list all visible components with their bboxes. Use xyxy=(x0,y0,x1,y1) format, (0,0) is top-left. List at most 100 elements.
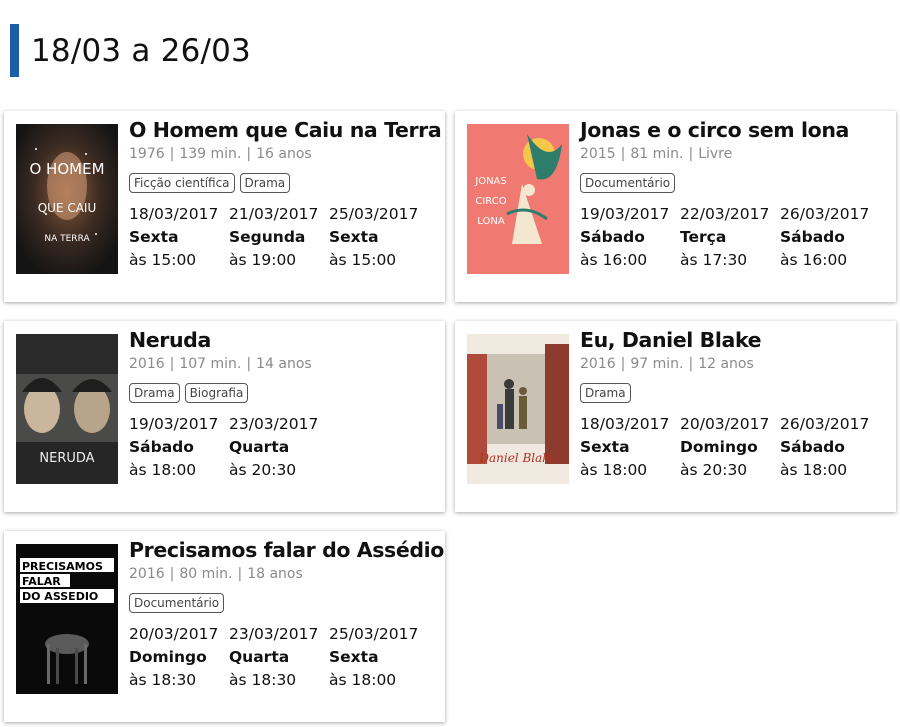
movie-duration: 81 min. xyxy=(630,146,684,162)
session-date: 20/03/2017 xyxy=(129,625,219,643)
movie-duration: 107 min. xyxy=(179,356,242,372)
session-day: Sábado xyxy=(129,438,194,456)
session-time: às 19:00 xyxy=(229,251,297,269)
session[interactable]: 23/03/2017 Quarta às 20:30 xyxy=(229,413,329,482)
session-time: às 18:00 xyxy=(580,461,648,479)
session-date: 23/03/2017 xyxy=(229,625,319,643)
genre-tags: Documentário xyxy=(129,593,437,613)
poster-text: FALAR xyxy=(22,575,61,588)
session[interactable]: 20/03/2017 Domingo às 18:30 xyxy=(129,623,229,692)
genre-tag[interactable]: Drama xyxy=(129,383,180,403)
session-day: Domingo xyxy=(129,648,207,666)
session[interactable]: 25/03/2017 Sexta às 18:00 xyxy=(329,623,429,692)
movie-meta: 2016 | 97 min. | 12 anos xyxy=(580,356,754,372)
movie-duration: 80 min. xyxy=(179,566,233,582)
session[interactable]: 26/03/2017 Sábado às 18:00 xyxy=(780,413,880,482)
movie-poster[interactable]: Daniel Blake xyxy=(467,334,569,484)
genre-tag[interactable]: Biografia xyxy=(184,383,249,403)
session[interactable]: 18/03/2017 Sexta às 15:00 xyxy=(129,203,229,272)
session-day: Sábado xyxy=(780,228,845,246)
genre-tags: Drama xyxy=(580,383,888,403)
session-date: 25/03/2017 xyxy=(329,205,419,223)
movie-rating: Livre xyxy=(698,146,733,162)
movie-card[interactable]: O HOMEM QUE CAIU NA TERRA O Homem que Ca… xyxy=(4,111,445,302)
session[interactable]: 19/03/2017 Sábado às 16:00 xyxy=(580,203,680,272)
session-time: às 16:00 xyxy=(580,251,648,269)
genre-tag[interactable]: Drama xyxy=(580,383,631,403)
session-time: às 18:30 xyxy=(229,671,297,689)
session-time: às 15:00 xyxy=(129,251,197,269)
session[interactable]: 20/03/2017 Domingo às 20:30 xyxy=(680,413,780,482)
page-title: 18/03 a 26/03 xyxy=(31,32,251,69)
session-date: 19/03/2017 xyxy=(129,415,219,433)
session-date: 25/03/2017 xyxy=(329,625,419,643)
session[interactable]: 26/03/2017 Sábado às 16:00 xyxy=(780,203,880,272)
movie-rating: 14 anos xyxy=(256,356,312,372)
session-list: 18/03/2017 Sexta às 18:00 20/03/2017 Dom… xyxy=(580,413,888,482)
movie-card[interactable]: JONAS CIRCO LONA Jonas e o circo sem lon… xyxy=(455,111,896,302)
movie-meta: 2016 | 107 min. | 14 anos xyxy=(129,356,312,372)
poster-text: Daniel Blake xyxy=(478,451,556,465)
session[interactable]: 18/03/2017 Sexta às 18:00 xyxy=(580,413,680,482)
genre-tags: Drama Biografia xyxy=(129,383,437,403)
session-time: às 20:30 xyxy=(680,461,748,479)
genre-tag[interactable]: Documentário xyxy=(580,173,676,193)
movie-poster[interactable]: PRECISAMOS FALAR DO ASSEDIO xyxy=(16,544,118,694)
session-list: 20/03/2017 Domingo às 18:30 23/03/2017 Q… xyxy=(129,623,437,692)
session[interactable]: 19/03/2017 Sábado às 18:00 xyxy=(129,413,229,482)
session-day: Terça xyxy=(680,228,727,246)
session[interactable]: 21/03/2017 Segunda às 19:00 xyxy=(229,203,329,272)
session[interactable]: 22/03/2017 Terça às 17:30 xyxy=(680,203,780,272)
movie-duration: 139 min. xyxy=(179,146,242,162)
session-list: 19/03/2017 Sábado às 16:00 22/03/2017 Te… xyxy=(580,203,888,272)
movie-rating: 18 anos xyxy=(247,566,303,582)
poster-text: JONAS xyxy=(474,176,507,187)
movie-year: 2016 xyxy=(580,356,616,372)
movie-title[interactable]: Eu, Daniel Blake xyxy=(580,327,888,353)
movie-title[interactable]: Jonas e o circo sem lona xyxy=(580,117,888,143)
movie-title[interactable]: Precisamos falar do Assédio xyxy=(129,537,444,563)
movie-meta: 2016 | 80 min. | 18 anos xyxy=(129,566,303,582)
session-day: Sexta xyxy=(329,228,379,246)
session-date: 22/03/2017 xyxy=(680,205,770,223)
genre-tag[interactable]: Drama xyxy=(239,173,291,193)
movie-year: 2015 xyxy=(580,146,616,162)
movie-card[interactable]: Daniel Blake Eu, Daniel Blake 2016 | 97 mi… xyxy=(455,321,896,512)
genre-tag[interactable]: Ficção científica xyxy=(129,173,235,193)
session-date: 18/03/2017 xyxy=(129,205,219,223)
movie-poster[interactable]: O HOMEM QUE CAIU NA TERRA xyxy=(16,124,118,274)
movie-duration: 97 min. xyxy=(630,356,684,372)
session-date: 26/03/2017 xyxy=(780,415,870,433)
session-time: às 17:30 xyxy=(680,251,748,269)
session-day: Quarta xyxy=(229,438,290,456)
session-day: Sexta xyxy=(329,648,379,666)
session-time: às 18:30 xyxy=(129,671,197,689)
movie-poster[interactable]: NERUDA xyxy=(16,334,118,484)
movie-poster[interactable]: JONAS CIRCO LONA xyxy=(467,124,569,274)
session[interactable]: 25/03/2017 Sexta às 15:00 xyxy=(329,203,429,272)
genre-tag[interactable]: Documentário xyxy=(129,593,225,613)
page-header: 18/03 a 26/03 xyxy=(10,24,251,77)
session[interactable]: 23/03/2017 Quarta às 18:30 xyxy=(229,623,329,692)
session-time: às 18:00 xyxy=(129,461,197,479)
poster-text: NA TERRA xyxy=(44,234,90,244)
session-day: Segunda xyxy=(229,228,306,246)
movie-card[interactable]: PRECISAMOS FALAR DO ASSEDIO Precisamos f… xyxy=(4,531,445,722)
session-list: 19/03/2017 Sábado às 18:00 23/03/2017 Qu… xyxy=(129,413,437,482)
movie-rating: 12 anos xyxy=(698,356,754,372)
session-day: Sexta xyxy=(129,228,179,246)
poster-text: NERUDA xyxy=(39,451,94,466)
session-date: 19/03/2017 xyxy=(580,205,670,223)
movie-title[interactable]: Neruda xyxy=(129,327,437,353)
session-list: 18/03/2017 Sexta às 15:00 21/03/2017 Seg… xyxy=(129,203,437,272)
poster-text: PRECISAMOS xyxy=(22,560,103,573)
session-time: às 15:00 xyxy=(329,251,397,269)
poster-text: QUE CAIU xyxy=(38,201,97,215)
session-date: 20/03/2017 xyxy=(680,415,770,433)
movie-title[interactable]: O Homem que Caiu na Terra xyxy=(129,117,442,143)
movie-card[interactable]: NERUDA Neruda 2016 | 107 min. | 14 anos Dram… xyxy=(4,321,445,512)
header-accent-bar xyxy=(10,24,19,77)
poster-text: CIRCO xyxy=(475,196,506,207)
session-time: às 18:00 xyxy=(780,461,848,479)
movie-year: 2016 xyxy=(129,566,165,582)
